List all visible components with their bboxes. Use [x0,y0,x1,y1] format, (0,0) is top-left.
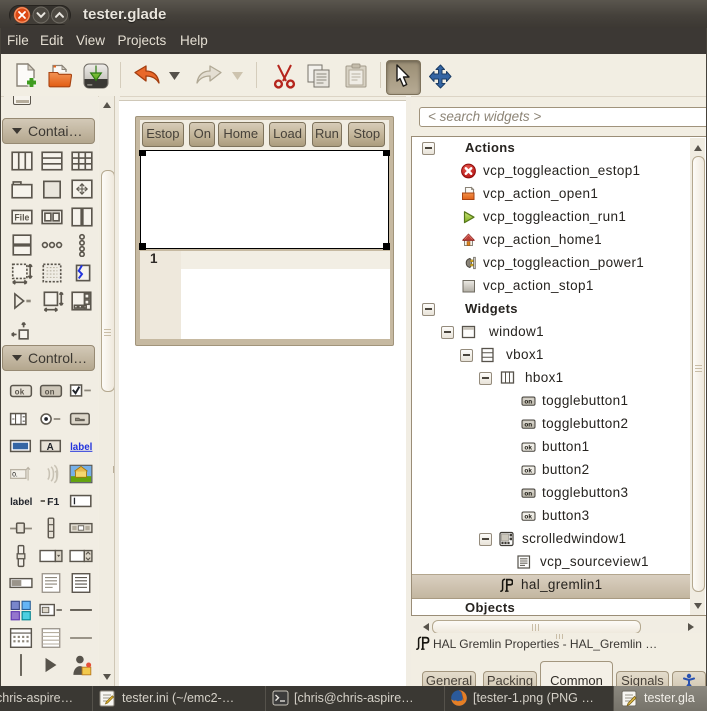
svg-text:F1: F1 [47,496,59,507]
svg-text:on: on [45,388,55,397]
svg-text:0.: 0. [12,471,18,478]
svg-text:label: label [70,442,93,453]
svg-text:ok: ok [524,445,532,452]
svg-text:on: on [524,422,532,429]
svg-text:File: File [14,212,29,222]
svg-text:A: A [47,442,54,453]
svg-text:ok: ok [15,387,25,397]
svg-text:on: on [524,399,532,406]
svg-text:on: on [524,491,532,498]
svg-text:ok: ok [524,468,532,475]
svg-text:ok: ok [524,514,532,521]
svg-text:label: label [10,496,33,507]
